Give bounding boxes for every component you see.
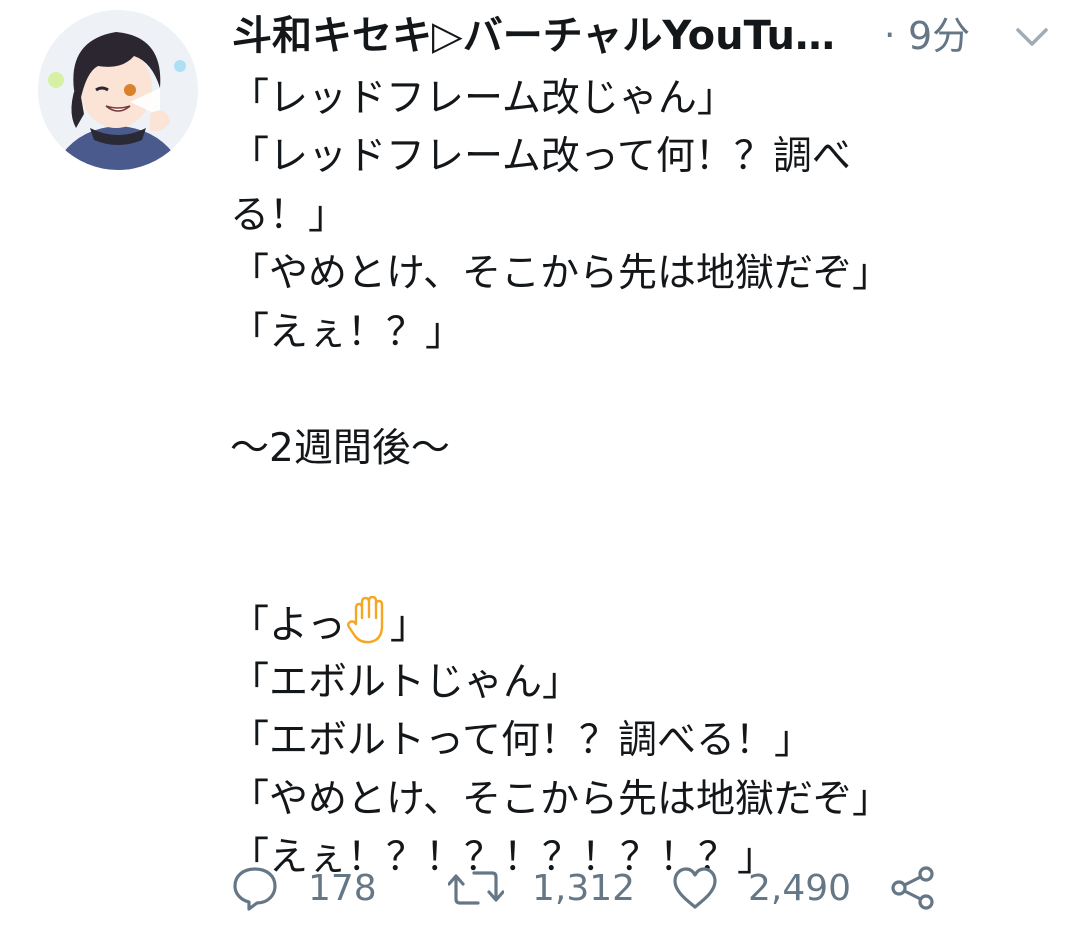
share-button[interactable] [888, 858, 938, 918]
chevron-down-icon[interactable] [1012, 22, 1052, 52]
reply-button[interactable]: 178 [230, 858, 377, 918]
text-line: 〜2週間後〜 [230, 426, 450, 472]
reply-icon [230, 863, 280, 913]
raised-hand-icon [346, 595, 390, 644]
display-name[interactable]: 斗和キセキ▷バーチャルYouTuber [232, 12, 862, 60]
text-line-yo: 「よっ 」 [230, 595, 990, 654]
text-line: 「エボルトじゃん」 [230, 659, 582, 705]
retweet-count: 1,312 [532, 867, 636, 909]
text-yo-prefix: 「よっ [230, 602, 346, 648]
text-line: 「レッドフレーム改じゃん」 [230, 76, 736, 121]
avatar-image [38, 10, 198, 170]
tweet: 斗和キセキ▷バーチャルYouTuber · 9分 「レッドフレーム改じゃん」 「… [0, 0, 1080, 952]
retweet-icon [448, 863, 504, 913]
text-line: 「レッドフレーム改って何！？調べ [230, 134, 851, 180]
like-button[interactable]: 2,490 [670, 858, 851, 918]
text-yo-suffix: 」 [389, 602, 429, 648]
like-count: 2,490 [748, 867, 852, 909]
text-line: 「やめとけ、そこから先は地獄だぞ」 [230, 776, 892, 822]
avatar[interactable] [38, 10, 198, 170]
reply-count: 178 [308, 867, 377, 909]
tweet-header: 斗和キセキ▷バーチャルYouTuber · 9分 [232, 8, 1052, 64]
text-line: 「やめとけ、そこから先は地獄だぞ」 [230, 251, 892, 297]
timestamp[interactable]: 9分 [908, 12, 970, 60]
tweet-text: 「レッドフレーム改じゃん」 「レッドフレーム改って何！？調べ る！」 「やめとけ… [230, 70, 990, 887]
action-bar: 178 1,312 2,490 [230, 858, 1010, 918]
text-line: 「えぇ！？」 [230, 309, 465, 355]
separator-dot: · [884, 15, 896, 56]
text-line: 「エボルトって何！？調べる！」 [230, 718, 814, 764]
share-icon [888, 863, 938, 913]
text-line: る！」 [230, 192, 348, 238]
heart-icon [670, 863, 720, 913]
retweet-button[interactable]: 1,312 [448, 858, 635, 918]
